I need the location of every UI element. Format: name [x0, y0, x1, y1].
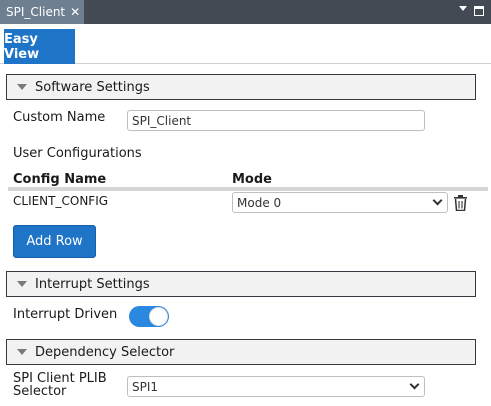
column-header-config-name: Config Name [13, 172, 107, 187]
section-dependency-selector[interactable]: Dependency Selector [6, 339, 476, 365]
chevron-down-icon [432, 195, 443, 206]
plib-selector-label: SPI Client PLIB Selector [13, 372, 107, 398]
section-title: Software Settings [35, 79, 150, 95]
custom-name-input[interactable] [127, 110, 425, 131]
tab-easy-view[interactable]: Easy View [4, 29, 75, 64]
table-cell-config-name: CLIENT_CONFIG [13, 194, 109, 208]
section-title: Interrupt Settings [35, 276, 150, 292]
column-header-mode: Mode [232, 172, 272, 187]
collapse-triangle-icon [17, 281, 27, 287]
plib-select-value: SPI1 [132, 379, 159, 394]
interrupt-driven-toggle[interactable] [129, 306, 169, 327]
mode-select[interactable]: Mode 0 [232, 192, 448, 213]
section-interrupt-settings[interactable]: Interrupt Settings [6, 271, 476, 297]
collapse-triangle-icon [17, 349, 27, 355]
user-configurations-label: User Configurations [13, 146, 142, 161]
plib-selector-label-line2: Selector [13, 384, 67, 399]
view-tabs: Easy View [0, 24, 491, 64]
interrupt-driven-label: Interrupt Driven [13, 307, 118, 322]
collapse-triangle-icon [17, 84, 27, 90]
plib-select[interactable]: SPI1 [127, 376, 425, 397]
trash-icon[interactable] [454, 195, 467, 211]
chevron-down-icon [409, 379, 420, 390]
toggle-knob [149, 307, 168, 326]
custom-name-label: Custom Name [13, 110, 106, 125]
section-software-settings[interactable]: Software Settings [6, 74, 476, 100]
section-title: Dependency Selector [35, 344, 175, 360]
title-bar: SPI_Client ✕ [0, 0, 491, 24]
maximize-icon[interactable] [474, 6, 484, 16]
dropdown-arrow-icon[interactable] [459, 6, 467, 11]
document-tab[interactable]: SPI_Client ✕ [0, 0, 84, 24]
document-tab-title: SPI_Client [6, 5, 66, 19]
add-row-button[interactable]: Add Row [13, 225, 96, 258]
mode-select-value: Mode 0 [237, 195, 282, 210]
table-header-divider [8, 187, 488, 191]
close-icon[interactable]: ✕ [70, 5, 80, 19]
